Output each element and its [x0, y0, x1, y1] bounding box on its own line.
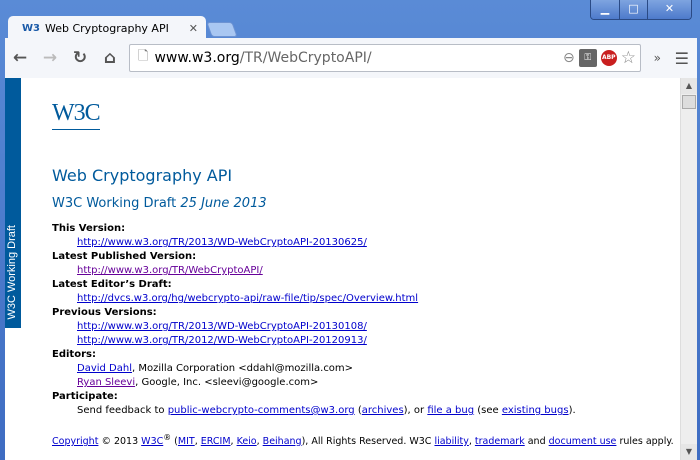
back-icon[interactable]: ← — [5, 48, 35, 68]
status-banner: W3C Working Draft — [5, 78, 21, 328]
liability-link[interactable]: liability — [434, 436, 468, 447]
w3c-logo[interactable]: W3C — [52, 100, 101, 130]
feedback-email-link[interactable]: public-webcrypto-comments@w3.org — [168, 405, 355, 416]
bookmark-star-icon[interactable]: ☆ — [621, 48, 636, 68]
page-content: W3C Working Draft W3C Web Cryptography A… — [5, 78, 697, 460]
editor-link[interactable]: David Dahl — [77, 363, 132, 374]
close-window-button[interactable]: ✕ — [647, 0, 691, 19]
previous-version-link[interactable]: http://www.w3.org/TR/2012/WD-WebCryptoAP… — [77, 335, 367, 346]
document-use-link[interactable]: document use — [549, 436, 617, 447]
adblock-icon[interactable]: ABP — [600, 50, 617, 66]
page-title: Web Cryptography API — [52, 166, 233, 185]
w3c-favicon-icon: W3 — [22, 22, 40, 34]
extensions-overflow-icon[interactable]: » — [654, 51, 661, 65]
editor-info: , Google, Inc. <sleevi@google.com> — [135, 377, 319, 388]
label-editors-draft: Latest Editor’s Draft: — [52, 279, 172, 290]
keio-link[interactable]: Keio — [237, 436, 257, 447]
zoom-icon[interactable]: ⊖ — [563, 50, 575, 66]
w3c-link[interactable]: W3C — [141, 436, 163, 447]
copyright-notice: Copyright © 2013 W3C® (MIT, ERCIM, Keio,… — [52, 433, 674, 448]
key-extension-icon[interactable]: ⚿ — [578, 49, 597, 67]
scroll-down-icon[interactable]: ▼ — [681, 444, 697, 460]
scroll-up-icon[interactable]: ▲ — [681, 78, 697, 94]
label-editors: Editors: — [52, 349, 96, 360]
file-bug-link[interactable]: file a bug — [427, 405, 474, 416]
existing-bugs-link[interactable]: existing bugs — [502, 405, 569, 416]
label-previous: Previous Versions: — [52, 307, 157, 318]
url-host: www.w3.org — [154, 50, 240, 66]
editors-draft-link[interactable]: http://dvcs.w3.org/hg/webcrypto-api/raw-… — [77, 293, 418, 304]
address-bar[interactable]: 🗋 www.w3.org/TR/WebCryptoAPI/ ⊖ ⚿ ABP ☆ — [129, 44, 641, 72]
reload-icon[interactable]: ↻ — [65, 48, 95, 68]
ercim-link[interactable]: ERCIM — [201, 436, 231, 447]
forward-icon[interactable]: → — [35, 48, 65, 68]
document-metadata: This Version: http://www.w3.org/TR/2013/… — [52, 222, 576, 418]
url-path: /TR/WebCryptoAPI/ — [239, 50, 372, 66]
copyright-link[interactable]: Copyright — [52, 436, 98, 447]
page-subtitle: W3C Working Draft 25 June 2013 — [52, 196, 267, 211]
label-this-version: This Version: — [52, 223, 126, 234]
minimize-button[interactable]: ▁ — [591, 0, 619, 19]
label-participate: Participate: — [52, 391, 118, 402]
mit-link[interactable]: MIT — [178, 436, 195, 447]
previous-version-link[interactable]: http://www.w3.org/TR/2013/WD-WebCryptoAP… — [77, 321, 367, 332]
label-latest: Latest Published Version: — [52, 251, 197, 262]
editor-info: , Mozilla Corporation <ddahl@mozilla.com… — [132, 363, 354, 374]
this-version-link[interactable]: http://www.w3.org/TR/2013/WD-WebCryptoAP… — [77, 237, 367, 248]
vertical-scrollbar[interactable]: ▲ ▼ — [680, 78, 697, 460]
tab-close-icon[interactable]: ✕ — [189, 22, 198, 35]
page-icon: 🗋 — [138, 49, 149, 64]
trademark-link[interactable]: trademark — [475, 436, 525, 447]
tab-title: Web Cryptography API — [45, 21, 169, 35]
window-controls: ▁ □ ✕ — [590, 0, 692, 20]
beihang-link[interactable]: Beihang — [263, 436, 302, 447]
menu-icon[interactable]: ☰ — [675, 49, 689, 68]
tab-active[interactable]: W3 Web Cryptography API ✕ — [8, 16, 206, 40]
archives-link[interactable]: archives — [362, 405, 404, 416]
home-icon[interactable]: ⌂ — [95, 48, 125, 68]
maximize-button[interactable]: □ — [619, 0, 647, 19]
new-tab-button[interactable] — [206, 22, 238, 37]
latest-version-link[interactable]: http://www.w3.org/TR/WebCryptoAPI/ — [77, 265, 263, 276]
banner-text: W3C Working Draft — [6, 225, 18, 320]
participate-text: Send feedback to public-webcrypto-commen… — [77, 405, 576, 416]
scrollbar-thumb[interactable] — [682, 95, 696, 109]
toolbar: ← → ↻ ⌂ 🗋 www.w3.org/TR/WebCryptoAPI/ ⊖ … — [5, 38, 697, 78]
editor-link[interactable]: Ryan Sleevi — [77, 377, 135, 388]
